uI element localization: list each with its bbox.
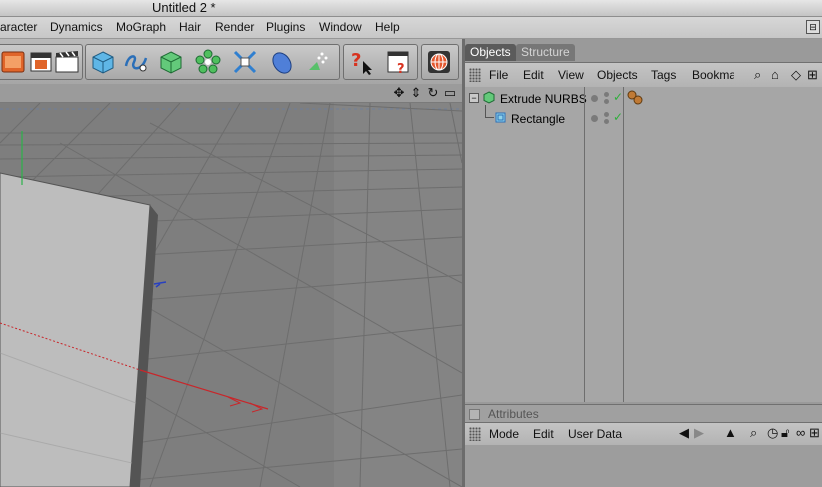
attr-menu-mode[interactable]: Mode bbox=[489, 423, 519, 445]
main-menu-bar: aracter Dynamics MoGraph Hair Render Plu… bbox=[0, 17, 822, 39]
editor-visibility-dot[interactable] bbox=[591, 95, 598, 102]
column-divider[interactable] bbox=[584, 87, 585, 402]
render-visibility-dot[interactable] bbox=[604, 112, 609, 117]
attr-menu-edit[interactable]: Edit bbox=[533, 423, 554, 445]
object-name: Extrude NURBS bbox=[500, 92, 587, 106]
help-tool-group: ? ? bbox=[343, 44, 418, 80]
phong-tag-icon[interactable] bbox=[627, 90, 643, 106]
environment-icon[interactable] bbox=[268, 48, 296, 76]
zoom-view-icon[interactable]: ⇕ bbox=[409, 85, 423, 100]
object-list: − Extrude NURBS ✓ Rectangle ✓ bbox=[465, 87, 822, 402]
help-cursor-icon[interactable]: ? bbox=[347, 48, 375, 76]
om-menu-bookmarks[interactable]: Bookma bbox=[692, 63, 734, 87]
svg-text:?: ? bbox=[397, 62, 405, 76]
collapse-toggle-icon[interactable]: − bbox=[469, 93, 479, 103]
render-tool-group bbox=[0, 44, 83, 80]
svg-text:?: ? bbox=[351, 50, 361, 71]
layout-icon[interactable]: ? bbox=[384, 48, 412, 77]
camera-light-icon[interactable] bbox=[304, 48, 332, 76]
object-row-extrude-nurbs[interactable]: − Extrude NURBS ✓ bbox=[465, 89, 822, 109]
link-icon[interactable]: ◇ bbox=[791, 64, 801, 86]
grip-handle-icon[interactable] bbox=[469, 68, 481, 82]
object-row-rectangle[interactable]: Rectangle ✓ bbox=[465, 105, 822, 129]
menu-dynamics[interactable]: Dynamics bbox=[50, 17, 103, 38]
maximize-view-icon[interactable]: ▭ bbox=[443, 85, 457, 100]
rectangle-spline-icon bbox=[495, 112, 506, 123]
om-menu-tags[interactable]: Tags bbox=[651, 63, 676, 87]
window-resize-icon[interactable]: ⊟ bbox=[806, 20, 820, 34]
attributes-title: Attributes bbox=[488, 407, 539, 421]
new-panel-icon[interactable]: ⊞ bbox=[809, 422, 820, 444]
globe-icon[interactable] bbox=[425, 48, 453, 76]
viewport-scene bbox=[0, 103, 462, 487]
history-icon[interactable]: ◷ bbox=[767, 422, 778, 444]
forward-arrow-icon[interactable]: ▶ bbox=[694, 422, 704, 444]
render-visibility-dot-2[interactable] bbox=[604, 119, 609, 124]
menu-hair[interactable]: Hair bbox=[179, 17, 201, 38]
main-toolbar: ? ? bbox=[0, 39, 462, 85]
attributes-header: Attributes bbox=[465, 404, 822, 423]
object-tool-group bbox=[85, 44, 340, 80]
render-settings-icon[interactable] bbox=[27, 48, 55, 76]
search-icon[interactable]: ⌕ bbox=[750, 422, 757, 444]
up-arrow-icon[interactable]: ▲ bbox=[724, 422, 737, 444]
lock-icon[interactable]: 🔓︎ bbox=[781, 422, 789, 444]
menu-render[interactable]: Render bbox=[215, 17, 254, 38]
render-visibility-dot-2[interactable] bbox=[604, 99, 609, 104]
home-icon[interactable]: ⌂ bbox=[771, 64, 779, 86]
editor-visibility-dot[interactable] bbox=[591, 115, 598, 122]
attributes-menu: Mode Edit User Data ◀ ▶ ▲ ⌕ ◷ 🔓︎ ∞ ⊞ bbox=[465, 422, 822, 446]
rotate-view-icon[interactable]: ↻ bbox=[426, 85, 440, 100]
object-manager-panel: Objects Structure File Edit View Objects… bbox=[465, 39, 822, 487]
tab-objects[interactable]: Objects bbox=[465, 44, 516, 61]
clapboard-icon[interactable] bbox=[53, 48, 81, 76]
cube-icon[interactable] bbox=[89, 48, 117, 76]
title-bar: Untitled 2 * bbox=[0, 0, 822, 17]
om-menu-file[interactable]: File bbox=[489, 63, 508, 87]
extrude-nurbs-object[interactable] bbox=[0, 172, 158, 487]
3d-viewport[interactable] bbox=[0, 103, 462, 487]
spline-pen-icon[interactable] bbox=[122, 48, 150, 76]
attr-menu-user-data[interactable]: User Data bbox=[568, 423, 622, 445]
array-icon[interactable] bbox=[194, 48, 222, 76]
object-name: Rectangle bbox=[511, 112, 566, 126]
attributes-checkbox[interactable] bbox=[469, 409, 480, 420]
render-visibility-dot[interactable] bbox=[604, 92, 609, 97]
column-divider[interactable] bbox=[623, 87, 624, 402]
tree-connector bbox=[485, 105, 494, 118]
tab-structure[interactable]: Structure bbox=[516, 44, 575, 61]
search-icon[interactable]: ⌕ bbox=[754, 64, 761, 86]
attributes-body bbox=[465, 445, 822, 487]
om-menu-edit[interactable]: Edit bbox=[523, 63, 544, 87]
menu-plugins[interactable]: Plugins bbox=[266, 17, 305, 38]
menu-character[interactable]: aracter bbox=[0, 17, 37, 38]
web-tool-group bbox=[421, 44, 459, 80]
om-menu-objects[interactable]: Objects bbox=[597, 63, 638, 87]
new-panel-icon[interactable]: ⊞ bbox=[807, 64, 818, 86]
deformer-icon[interactable] bbox=[231, 48, 259, 76]
link-icon[interactable]: ∞ bbox=[796, 422, 805, 444]
back-arrow-icon[interactable]: ◀ bbox=[679, 422, 689, 444]
grip-handle-icon[interactable] bbox=[469, 427, 481, 441]
menu-help[interactable]: Help bbox=[375, 17, 400, 38]
nurbs-icon[interactable] bbox=[157, 48, 185, 76]
move-view-icon[interactable]: ✥ bbox=[392, 85, 406, 100]
enabled-check-icon[interactable]: ✓ bbox=[613, 91, 623, 103]
extrude-nurbs-icon bbox=[483, 91, 495, 104]
menu-window[interactable]: Window bbox=[319, 17, 362, 38]
viewport-header: ✥ ⇕ ↻ ▭ bbox=[0, 84, 462, 103]
menu-mograph[interactable]: MoGraph bbox=[116, 17, 166, 38]
render-view-icon[interactable] bbox=[0, 48, 27, 76]
enabled-check-icon[interactable]: ✓ bbox=[613, 111, 623, 123]
object-manager-menu: File Edit View Objects Tags Bookma ⌕ ⌂ ◇… bbox=[465, 62, 822, 88]
window-title: Untitled 2 * bbox=[152, 0, 216, 15]
om-menu-view[interactable]: View bbox=[558, 63, 584, 87]
